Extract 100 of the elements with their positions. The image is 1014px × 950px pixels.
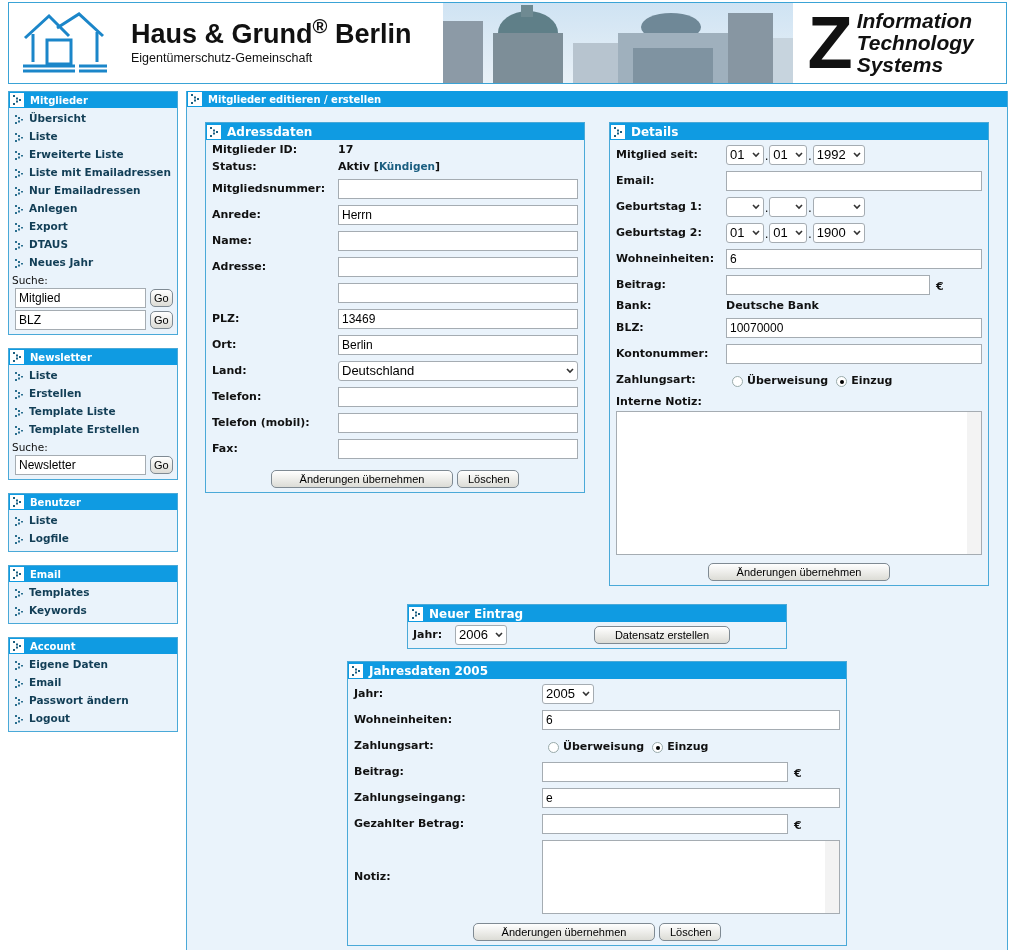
- menu-link[interactable]: Übersicht: [29, 111, 86, 127]
- input-field[interactable]: e: [542, 788, 840, 808]
- menu-link[interactable]: Templates: [29, 585, 90, 601]
- input-field[interactable]: 10070000: [726, 318, 982, 338]
- chevron-icon: [15, 204, 23, 214]
- menu-link[interactable]: Keywords: [29, 603, 87, 619]
- caret-icon: [852, 204, 861, 210]
- input-field[interactable]: [338, 257, 578, 277]
- menu-link[interactable]: Erstellen: [29, 386, 82, 402]
- radio-button[interactable]: [732, 376, 743, 387]
- field-label: Mitgliedsnummer:: [212, 180, 327, 197]
- button[interactable]: Änderungen übernehmen: [271, 470, 453, 488]
- input-field[interactable]: [726, 344, 982, 364]
- input-field[interactable]: 6: [726, 249, 982, 269]
- menu-link[interactable]: Anlegen: [29, 201, 78, 217]
- caret-icon: [752, 230, 760, 236]
- dropdown[interactable]: [812, 197, 865, 217]
- chevron-icon: [349, 663, 363, 678]
- chevron-icon: [15, 168, 23, 178]
- button[interactable]: Änderungen übernehmen: [708, 563, 890, 581]
- input-field[interactable]: [726, 275, 930, 295]
- dropdown[interactable]: 2006: [455, 625, 507, 645]
- chevron-icon: [15, 534, 23, 544]
- dropdown[interactable]: 01: [769, 223, 808, 243]
- menu-link[interactable]: Passwort ändern: [29, 693, 129, 709]
- input-field[interactable]: Mitglied: [15, 288, 146, 308]
- dropdown[interactable]: [769, 197, 808, 217]
- menu-link[interactable]: Erweiterte Liste: [29, 147, 124, 163]
- chevron-icon: [15, 114, 23, 124]
- input-field[interactable]: [338, 283, 578, 303]
- input-field[interactable]: [338, 439, 578, 459]
- input-field[interactable]: 13469: [338, 309, 578, 329]
- brand-subtitle: Eigentümerschutz-Gemeinschaft: [131, 49, 314, 67]
- field-label: Mitglieder ID:: [212, 142, 299, 159]
- cancel-link[interactable]: Kündigen: [378, 160, 436, 173]
- title-text: Account: [30, 639, 76, 654]
- input-field[interactable]: [726, 171, 982, 191]
- menu-link[interactable]: Logout: [29, 711, 71, 727]
- dropdown[interactable]: 2005: [542, 684, 594, 704]
- menu-link[interactable]: Liste: [29, 513, 58, 529]
- button[interactable]: Datensatz erstellen: [594, 626, 730, 644]
- button[interactable]: Änderungen übernehmen: [473, 923, 655, 941]
- menu-link[interactable]: Eigene Daten: [29, 657, 109, 673]
- chevron-icon: [207, 124, 221, 139]
- input-field[interactable]: [338, 387, 578, 407]
- menu-link[interactable]: Liste: [29, 368, 58, 384]
- input-field[interactable]: 6: [542, 710, 840, 730]
- menu-link[interactable]: Email: [29, 675, 62, 691]
- menu-link[interactable]: Liste mit Emailadressen: [29, 165, 171, 181]
- menu-link[interactable]: Neues Jahr: [29, 255, 94, 271]
- dropdown[interactable]: 01: [726, 223, 764, 243]
- chevron-icon: [15, 150, 23, 160]
- go-button[interactable]: Go: [150, 311, 173, 329]
- dropdown[interactable]: 01: [726, 145, 764, 165]
- button[interactable]: Löschen: [659, 923, 721, 941]
- menu-link[interactable]: DTAUS: [29, 237, 68, 253]
- radio-button[interactable]: [836, 376, 848, 387]
- go-button[interactable]: Go: [150, 456, 173, 474]
- input-field[interactable]: Berlin: [338, 335, 578, 355]
- menu-link[interactable]: Nur Emailadressen: [29, 183, 141, 199]
- dropdown[interactable]: [726, 197, 764, 217]
- radio-button[interactable]: [652, 742, 664, 753]
- field-label: Beitrag:: [354, 763, 405, 780]
- separator-text: .: [764, 200, 770, 217]
- input-field[interactable]: [338, 231, 578, 251]
- field-label: PLZ:: [212, 310, 241, 327]
- search-label: Suche:: [11, 440, 49, 454]
- chevron-icon: [15, 660, 23, 670]
- menu-link[interactable]: Logfile: [29, 531, 69, 547]
- dropdown[interactable]: 1900: [812, 223, 865, 243]
- button[interactable]: Löschen: [457, 470, 519, 488]
- title-text: Jahresdaten 2005: [369, 662, 488, 680]
- title-text: Mitglieder editieren / erstellen: [208, 92, 382, 107]
- menu-link[interactable]: Template Erstellen: [29, 422, 140, 438]
- go-button[interactable]: Go: [150, 289, 173, 307]
- menu-link[interactable]: Template Liste: [29, 404, 116, 420]
- title-text: Adressdaten: [227, 123, 313, 141]
- input-field[interactable]: [542, 814, 788, 834]
- menu-link[interactable]: Liste: [29, 129, 58, 145]
- dropdown[interactable]: 1992: [812, 145, 865, 165]
- input-field[interactable]: Newsletter: [15, 455, 146, 475]
- text-area[interactable]: [542, 840, 840, 914]
- separator-text: .: [807, 226, 813, 243]
- field-label: Fax:: [212, 440, 239, 457]
- scrollbar[interactable]: [825, 841, 839, 913]
- radio-button[interactable]: [548, 742, 559, 753]
- input-field[interactable]: BLZ: [15, 310, 146, 330]
- input-field[interactable]: Herrn: [338, 205, 578, 225]
- input-field[interactable]: [338, 179, 578, 199]
- dropdown[interactable]: Deutschland: [338, 361, 578, 381]
- separator-text: .: [764, 148, 770, 165]
- input-field[interactable]: [338, 413, 578, 433]
- chevron-icon: [15, 714, 23, 724]
- input-field[interactable]: [542, 762, 788, 782]
- chevron-icon: [15, 186, 23, 196]
- scrollbar[interactable]: [967, 412, 981, 554]
- menu-link[interactable]: Export: [29, 219, 68, 235]
- dropdown[interactable]: 01: [769, 145, 808, 165]
- field-label: Zahlungsart:: [354, 737, 435, 754]
- title-text: Mitglieder: [30, 93, 88, 108]
